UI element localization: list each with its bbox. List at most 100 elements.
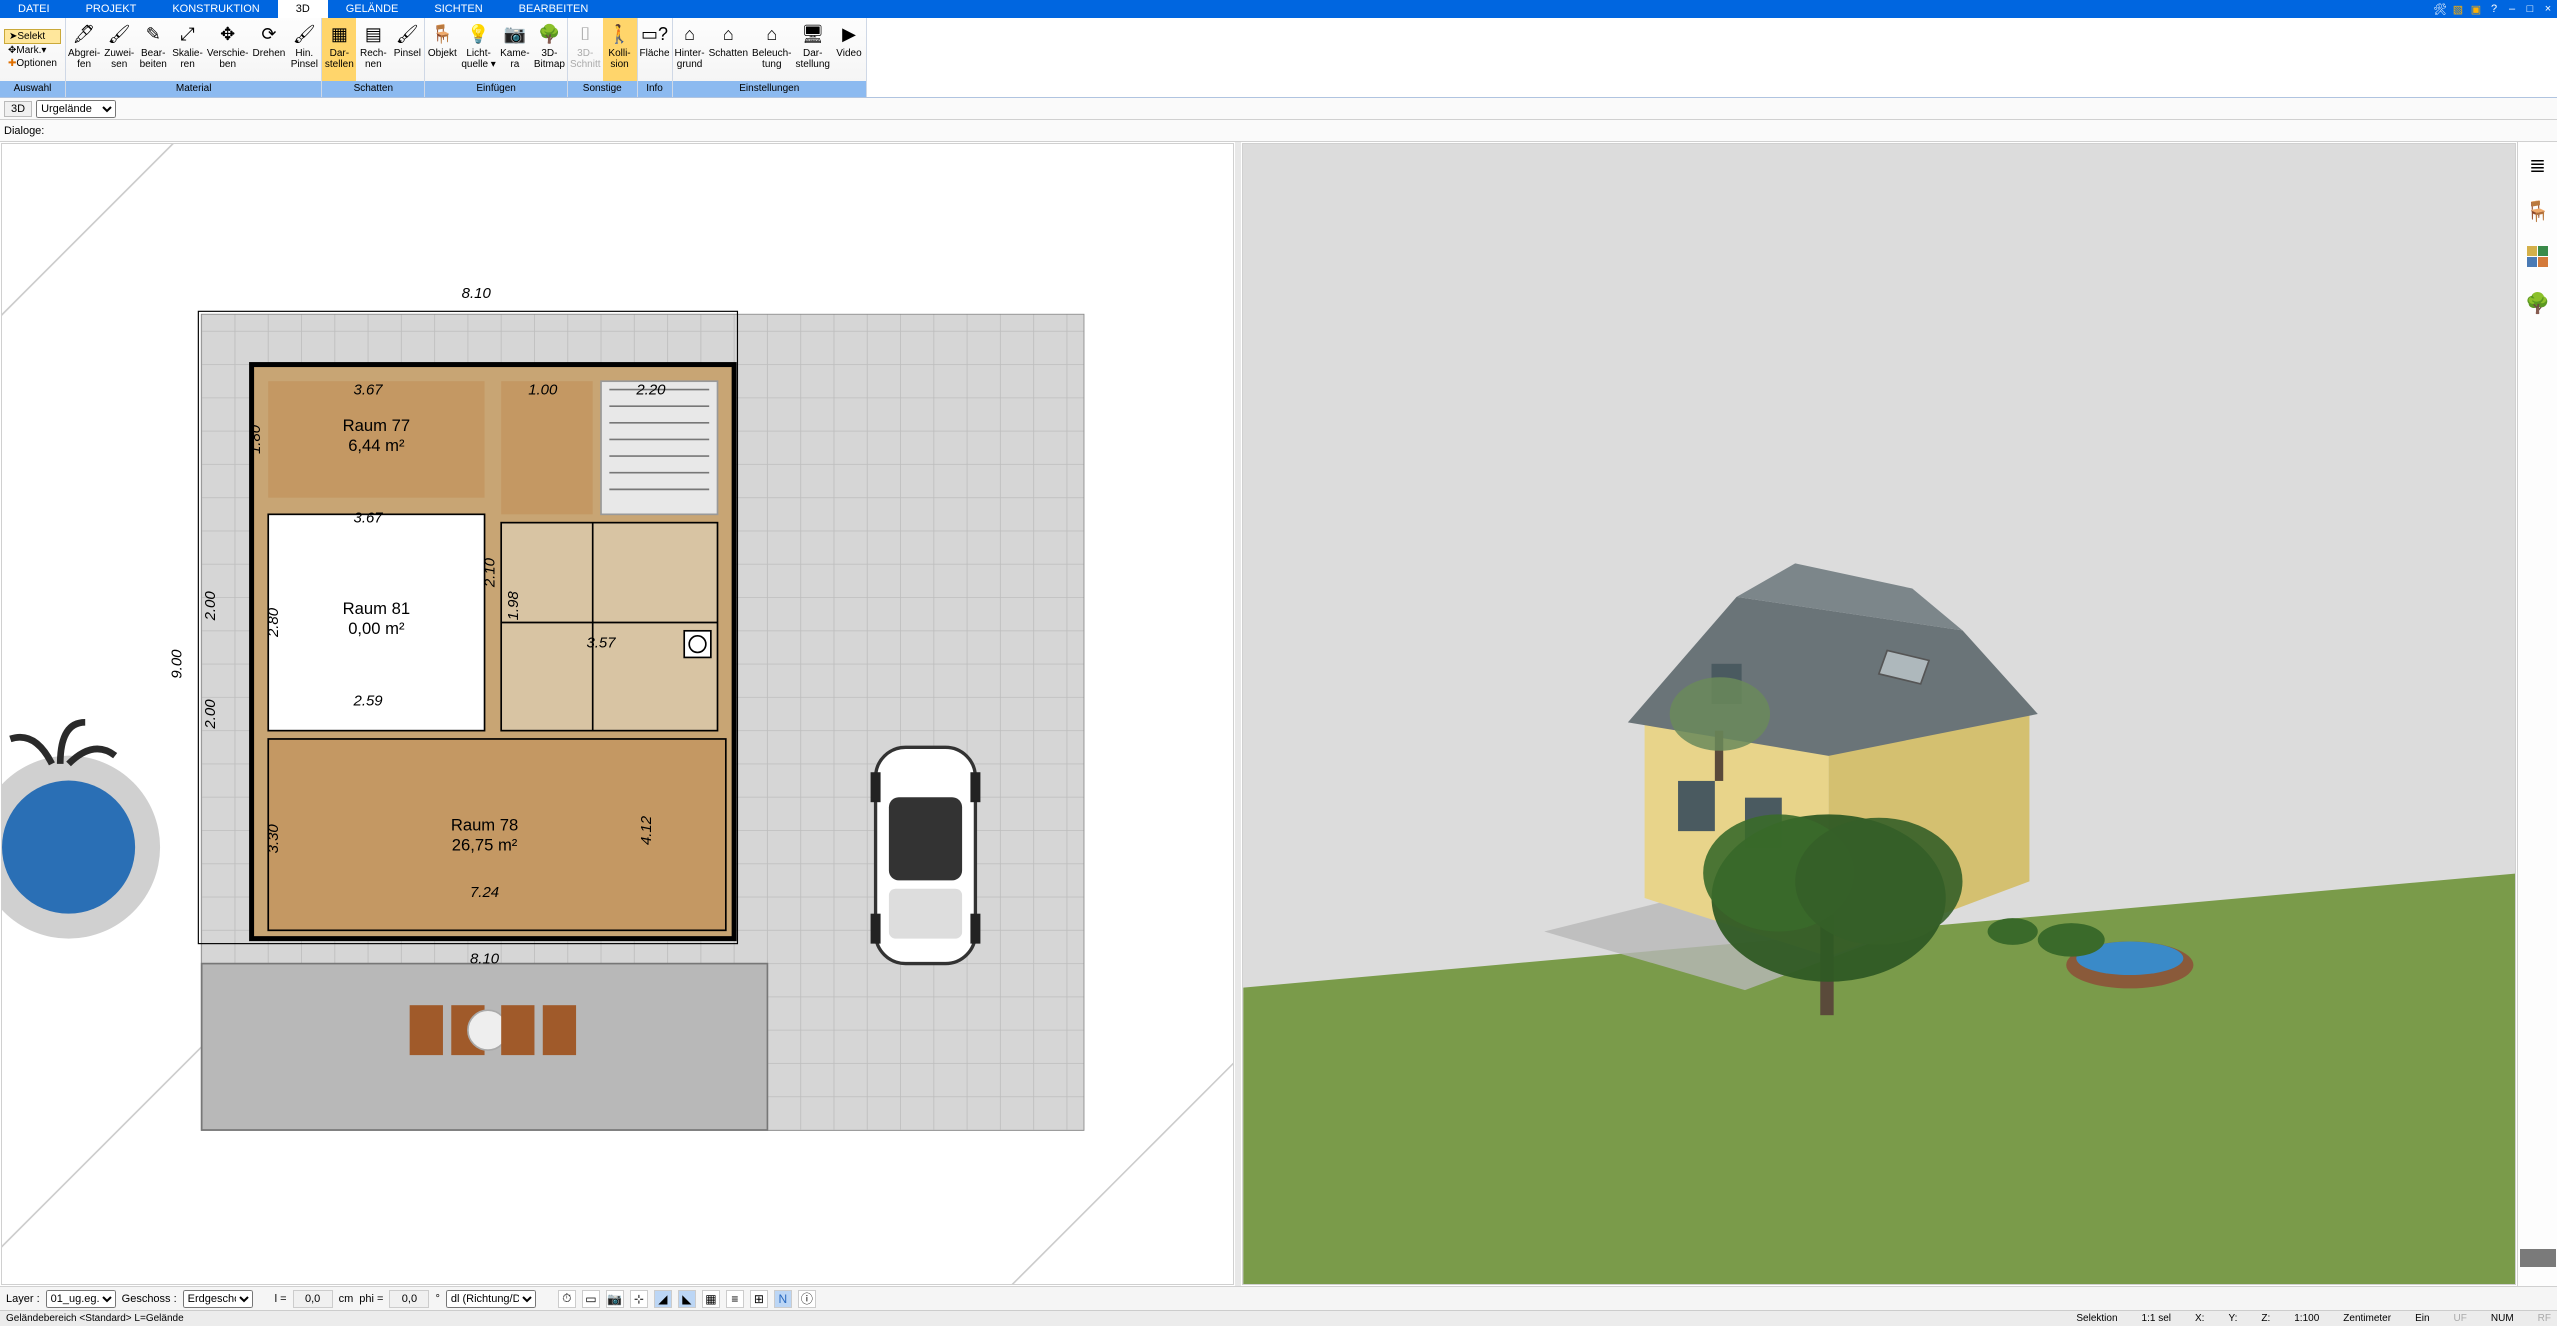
tools-icon[interactable]: 🛠 bbox=[2431, 0, 2449, 18]
layer-icon[interactable]: ≡ bbox=[726, 1290, 744, 1308]
status-bar: Geländebereich <Standard> L=Gelände Sele… bbox=[0, 1310, 2557, 1326]
geschoss-label: Geschoss : bbox=[122, 1293, 177, 1305]
svg-text:2.10: 2.10 bbox=[482, 557, 499, 588]
help-icon[interactable]: ? bbox=[2485, 0, 2503, 18]
axis-icon[interactable]: ⊹ bbox=[630, 1290, 648, 1308]
north-icon[interactable]: N bbox=[774, 1290, 792, 1308]
menu-3d[interactable]: 3D bbox=[278, 0, 328, 18]
side-panel: ≣ 🪑 🌳 bbox=[2517, 142, 2557, 1286]
darstellen-button[interactable]: ▦Dar- stellen bbox=[322, 18, 356, 81]
selekt-button[interactable]: ➤ Selekt bbox=[4, 29, 61, 44]
darstellung-button[interactable]: 🖥Dar- stellung bbox=[794, 18, 832, 81]
status-y: Y: bbox=[2228, 1313, 2237, 1324]
title-bar-icons: 🛠 ▧ ▣ ? – □ × bbox=[2431, 0, 2557, 18]
svg-text:0,00 m²: 0,00 m² bbox=[348, 619, 405, 638]
window-icon[interactable]: ▣ bbox=[2467, 0, 2485, 18]
brush2-icon: 🖌 bbox=[395, 22, 419, 46]
pane-splitter[interactable] bbox=[1235, 142, 1241, 1286]
length-input[interactable] bbox=[293, 1290, 333, 1308]
minimize-button[interactable]: – bbox=[2503, 0, 2521, 18]
ribbon-group-material: 🖋Abgrei- fen 🖌Zuwei- sen ✎Bear- beiten ⤢… bbox=[66, 18, 322, 97]
group-label-auswahl: Auswahl bbox=[0, 81, 65, 97]
car-icon bbox=[871, 747, 981, 963]
schatten-button[interactable]: ⌂Schatten bbox=[707, 18, 750, 81]
menu-konstruktion[interactable]: KONSTRUKTION bbox=[154, 0, 277, 18]
menu-sichten[interactable]: SICHTEN bbox=[416, 0, 500, 18]
zuweisen-button[interactable]: 🖌Zuwei- sen bbox=[102, 18, 136, 81]
verschieben-button[interactable]: ✥Verschie- ben bbox=[205, 18, 251, 81]
svg-text:3.30: 3.30 bbox=[265, 824, 282, 854]
flaeche-button[interactable]: ▭?Fläche bbox=[638, 18, 672, 81]
lichtquelle-button[interactable]: 💡Licht- quelle ▾ bbox=[459, 18, 498, 81]
layer-select[interactable]: Urgelände bbox=[36, 100, 116, 118]
group-label-einstellungen: Einstellungen bbox=[673, 81, 866, 97]
mark-label: Mark. bbox=[16, 45, 41, 56]
svg-text:Raum 77: Raum 77 bbox=[343, 416, 410, 435]
menu-gelaende[interactable]: GELÄNDE bbox=[328, 0, 417, 18]
menu-datei[interactable]: DATEI bbox=[0, 0, 68, 18]
info-icon[interactable]: ⓘ bbox=[798, 1290, 816, 1308]
layers-icon[interactable]: ≣ bbox=[2525, 152, 2551, 178]
snap2-icon[interactable]: ◣ bbox=[678, 1290, 696, 1308]
svg-text:6,44 m²: 6,44 m² bbox=[348, 436, 405, 455]
3d-view[interactable] bbox=[1242, 143, 2516, 1285]
rotate-icon: ⟳ bbox=[257, 22, 281, 46]
hinpinsel-button[interactable]: 🖌Hin. Pinsel bbox=[287, 18, 321, 81]
abgreifen-button[interactable]: 🖋Abgrei- fen bbox=[66, 18, 102, 81]
group-label-sonstige: Sonstige bbox=[568, 81, 637, 97]
bottom-toolbar: Layer : 01_ug.eg.og Geschoss : Erdgescho… bbox=[0, 1286, 2557, 1310]
clock-icon[interactable]: ⏱ bbox=[558, 1290, 576, 1308]
drehen-button[interactable]: ⟳Drehen bbox=[251, 18, 288, 81]
group-label-info: Info bbox=[638, 81, 672, 97]
palm-icon bbox=[10, 722, 115, 764]
3d-bitmap-button[interactable]: 🌳3D- Bitmap bbox=[532, 18, 567, 81]
beleuchtung-button[interactable]: ⌂Beleuch- tung bbox=[750, 18, 793, 81]
svg-text:2.00: 2.00 bbox=[202, 699, 219, 730]
hintergrund-button[interactable]: ⌂Hinter- grund bbox=[673, 18, 707, 81]
svg-text:1.98: 1.98 bbox=[505, 591, 522, 621]
kollision-button[interactable]: 🚶Kolli- sion bbox=[603, 18, 637, 81]
2d-plan-view[interactable]: 8.10 9.00 3.67 3.67 1.00 2.20 1.80 2.80 … bbox=[1, 143, 1234, 1285]
optionen-button[interactable]: ✚ Optionen bbox=[4, 57, 61, 70]
snap1-icon[interactable]: ◢ bbox=[654, 1290, 672, 1308]
direction-dropdown[interactable]: dl (Richtung/Di bbox=[446, 1290, 536, 1308]
menu-bearbeiten[interactable]: BEARBEITEN bbox=[501, 0, 607, 18]
objekt-button[interactable]: 🪑Objekt bbox=[425, 18, 459, 81]
status-sel: 1:1 sel bbox=[2142, 1313, 2171, 1324]
kamera-button[interactable]: 📷Kame- ra bbox=[498, 18, 532, 81]
panel-grip[interactable] bbox=[2520, 1249, 2556, 1267]
brush-icon: 🖌 bbox=[292, 22, 316, 46]
cm-label: cm bbox=[339, 1293, 354, 1305]
house2-icon: ⌂ bbox=[716, 22, 740, 46]
skalieren-button[interactable]: ⤢Skalie- ren bbox=[170, 18, 205, 81]
box-icon[interactable]: ▧ bbox=[2449, 0, 2467, 18]
svg-text:Raum 81: Raum 81 bbox=[343, 599, 410, 618]
3d-schnitt-button[interactable]: ⌷3D- Schnitt bbox=[568, 18, 603, 81]
marker-icon: ✥ bbox=[8, 45, 16, 56]
maximize-button[interactable]: □ bbox=[2521, 0, 2539, 18]
geschoss-dropdown[interactable]: Erdgeschos bbox=[183, 1290, 253, 1308]
phi-input[interactable] bbox=[389, 1290, 429, 1308]
grid2-icon[interactable]: ⊞ bbox=[750, 1290, 768, 1308]
screen-icon[interactable]: ▭ bbox=[582, 1290, 600, 1308]
video-button[interactable]: ▶Video bbox=[832, 18, 866, 81]
plants-icon[interactable]: 🌳 bbox=[2525, 290, 2551, 316]
eyedropper-icon: 🖋 bbox=[72, 22, 96, 46]
floorplan-svg: 8.10 9.00 3.67 3.67 1.00 2.20 1.80 2.80 … bbox=[2, 144, 1233, 1284]
ribbon-group-einstellungen: ⌂Hinter- grund ⌂Schatten ⌂Beleuch- tung … bbox=[673, 18, 867, 97]
layer-dropdown[interactable]: 01_ug.eg.og bbox=[46, 1290, 116, 1308]
furniture-icon[interactable]: 🪑 bbox=[2525, 198, 2551, 224]
rechnen-button[interactable]: ▤Rech- nen bbox=[356, 18, 390, 81]
close-button[interactable]: × bbox=[2539, 0, 2557, 18]
menu-projekt[interactable]: PROJEKT bbox=[68, 0, 155, 18]
group-label-schatten: Schatten bbox=[322, 81, 424, 97]
materials-icon[interactable] bbox=[2525, 244, 2551, 270]
grid-icon[interactable]: ▦ bbox=[702, 1290, 720, 1308]
bearbeiten-button[interactable]: ✎Bear- beiten bbox=[136, 18, 170, 81]
camera2-icon[interactable]: 📷 bbox=[606, 1290, 624, 1308]
pinsel-button[interactable]: 🖌Pinsel bbox=[390, 18, 424, 81]
svg-text:8.10: 8.10 bbox=[462, 285, 492, 302]
mark-button[interactable]: ✥ Mark.▾ bbox=[4, 44, 61, 57]
svg-text:3.67: 3.67 bbox=[354, 382, 384, 399]
svg-text:2.20: 2.20 bbox=[635, 382, 666, 399]
